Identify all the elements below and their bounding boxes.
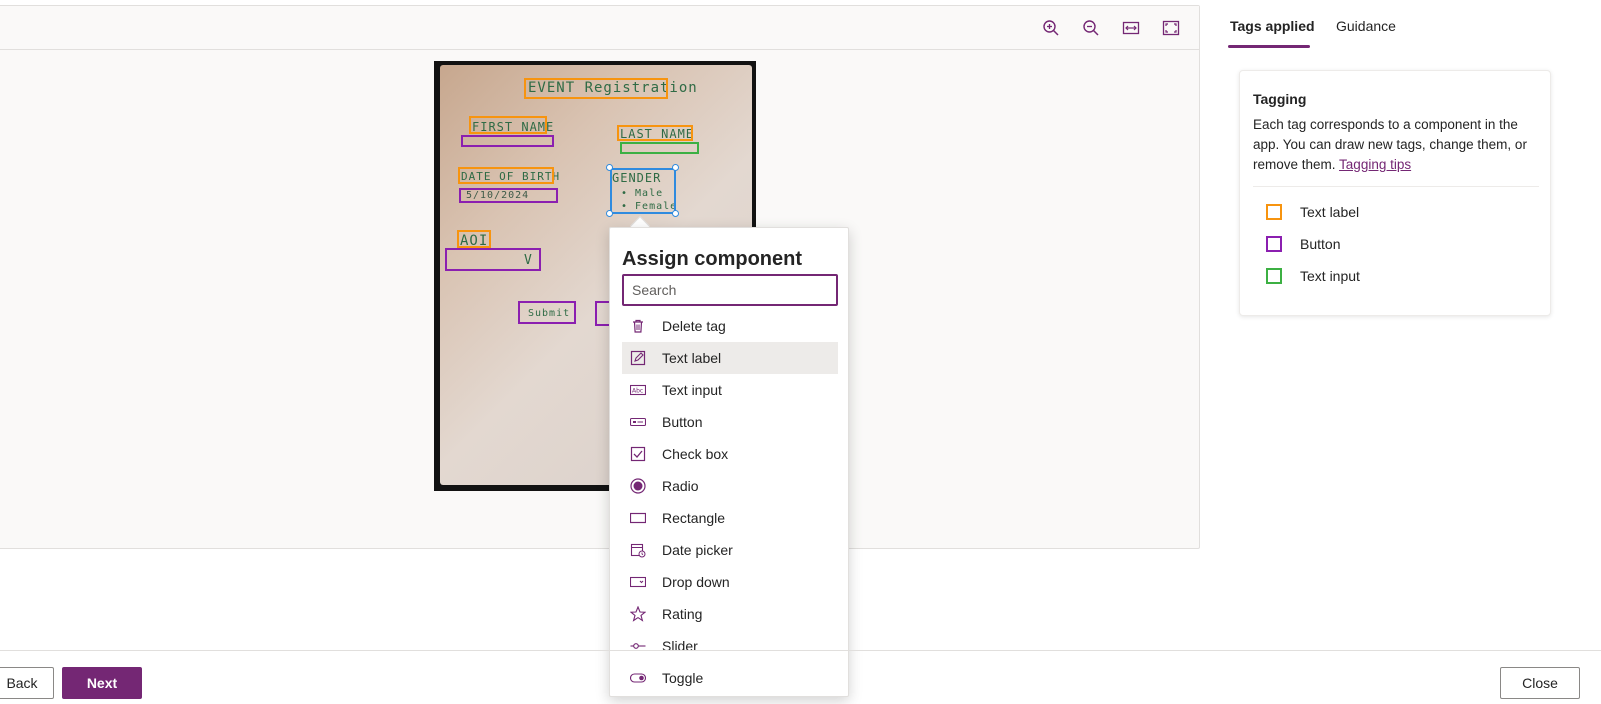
menu-item-label: Delete tag: [662, 318, 726, 334]
toggle-icon: [630, 670, 646, 686]
dropdown-icon: [630, 574, 646, 590]
star-icon: [630, 606, 646, 622]
fit-screen-icon[interactable]: [1159, 16, 1183, 40]
tags-side-panel: Tags applied Guidance Tagging Each tag c…: [1228, 0, 1570, 630]
tagging-card: Tagging Each tag corresponds to a compon…: [1239, 70, 1551, 316]
close-button[interactable]: Close: [1500, 667, 1580, 699]
date-picker-icon: [630, 542, 646, 558]
menu-item-label: Radio: [662, 478, 699, 494]
menu-item-label: Rating: [662, 606, 703, 622]
tag-selected-gender[interactable]: [610, 168, 676, 214]
radio-icon: [630, 478, 646, 494]
menu-item-delete-tag[interactable]: Delete tag: [622, 310, 838, 342]
menu-item-check-box[interactable]: Check box: [622, 438, 838, 470]
menu-item-label: Drop down: [662, 574, 730, 590]
menu-item-rectangle[interactable]: Rectangle: [622, 502, 838, 534]
footer-divider: [0, 650, 1601, 651]
trash-icon: [630, 318, 646, 334]
tag-text-label-first-name[interactable]: [469, 116, 547, 134]
tag-text-label-last-name[interactable]: [617, 125, 693, 141]
menu-item-radio[interactable]: Radio: [622, 470, 838, 502]
resize-handle[interactable]: [606, 164, 613, 171]
menu-item-text-input[interactable]: Abc Text input: [622, 374, 838, 406]
menu-item-date-picker[interactable]: Date picker: [622, 534, 838, 566]
card-description: Each tag corresponds to a component in t…: [1253, 115, 1543, 175]
canvas-toolbar: [0, 6, 1199, 50]
zoom-in-icon[interactable]: [1039, 16, 1063, 40]
tag-button-first-name-field[interactable]: [461, 135, 554, 147]
tag-text-label-aoi[interactable]: [457, 230, 491, 248]
popup-title: Assign component: [622, 248, 803, 270]
menu-item-toggle[interactable]: Toggle: [622, 662, 838, 694]
legend-label: Text input: [1300, 268, 1360, 284]
tag-button-aoi-dropdown[interactable]: [445, 248, 541, 271]
assign-component-popup: Assign component Delete tag Text label A…: [609, 227, 849, 697]
menu-item-slider[interactable]: Slider: [622, 630, 838, 662]
search-input[interactable]: [622, 274, 838, 306]
zoom-out-icon[interactable]: [1079, 16, 1103, 40]
tag-text-label-dob[interactable]: [458, 167, 554, 184]
menu-item-drop-down[interactable]: Drop down: [622, 566, 838, 598]
button-icon: [630, 414, 646, 430]
menu-item-button[interactable]: Button: [622, 406, 838, 438]
tag-text-input-last-name[interactable]: [620, 142, 699, 154]
checkbox-icon: [630, 446, 646, 462]
card-divider: [1253, 186, 1539, 187]
text-label-icon: [630, 350, 646, 366]
active-tab-indicator: [1228, 45, 1310, 48]
tab-guidance[interactable]: Guidance: [1336, 18, 1396, 34]
next-button[interactable]: Next: [62, 667, 142, 699]
menu-item-rating[interactable]: Rating: [622, 598, 838, 630]
tagging-tips-link[interactable]: Tagging tips: [1339, 157, 1411, 172]
legend-label: Button: [1300, 236, 1341, 252]
card-title: Tagging: [1253, 91, 1307, 107]
menu-item-label: Check box: [662, 446, 729, 462]
menu-item-label: Rectangle: [662, 510, 726, 526]
svg-text:Abc: Abc: [632, 388, 643, 395]
tag-text-label-title[interactable]: [524, 78, 668, 99]
menu-item-label: Text label: [662, 350, 722, 366]
menu-item-label: Toggle: [662, 670, 704, 686]
fit-width-icon[interactable]: [1119, 16, 1143, 40]
legend-swatch-orange: [1266, 204, 1282, 220]
menu-item-label: Button: [662, 414, 703, 430]
rectangle-icon: [630, 510, 646, 526]
menu-item-label: Date picker: [662, 542, 733, 558]
resize-handle[interactable]: [672, 210, 679, 217]
tag-button-submit[interactable]: [518, 301, 576, 324]
resize-handle[interactable]: [606, 210, 613, 217]
legend-swatch-green: [1266, 268, 1282, 284]
menu-item-text-label[interactable]: Text label: [622, 342, 838, 374]
text-input-icon: Abc: [630, 382, 646, 398]
legend-item-text-input: Text input: [1266, 268, 1360, 284]
legend-label: Text label: [1300, 204, 1360, 220]
tab-tags-applied[interactable]: Tags applied: [1230, 18, 1315, 34]
legend-swatch-purple: [1266, 236, 1282, 252]
legend-item-text-label: Text label: [1266, 204, 1359, 220]
back-button[interactable]: Back: [0, 667, 54, 699]
tag-button-dob-field[interactable]: [459, 188, 558, 203]
menu-item-label: Slider: [662, 638, 698, 654]
menu-item-label: Text input: [662, 382, 722, 398]
resize-handle[interactable]: [672, 164, 679, 171]
slider-icon: [630, 638, 646, 654]
legend-item-button: Button: [1266, 236, 1340, 252]
